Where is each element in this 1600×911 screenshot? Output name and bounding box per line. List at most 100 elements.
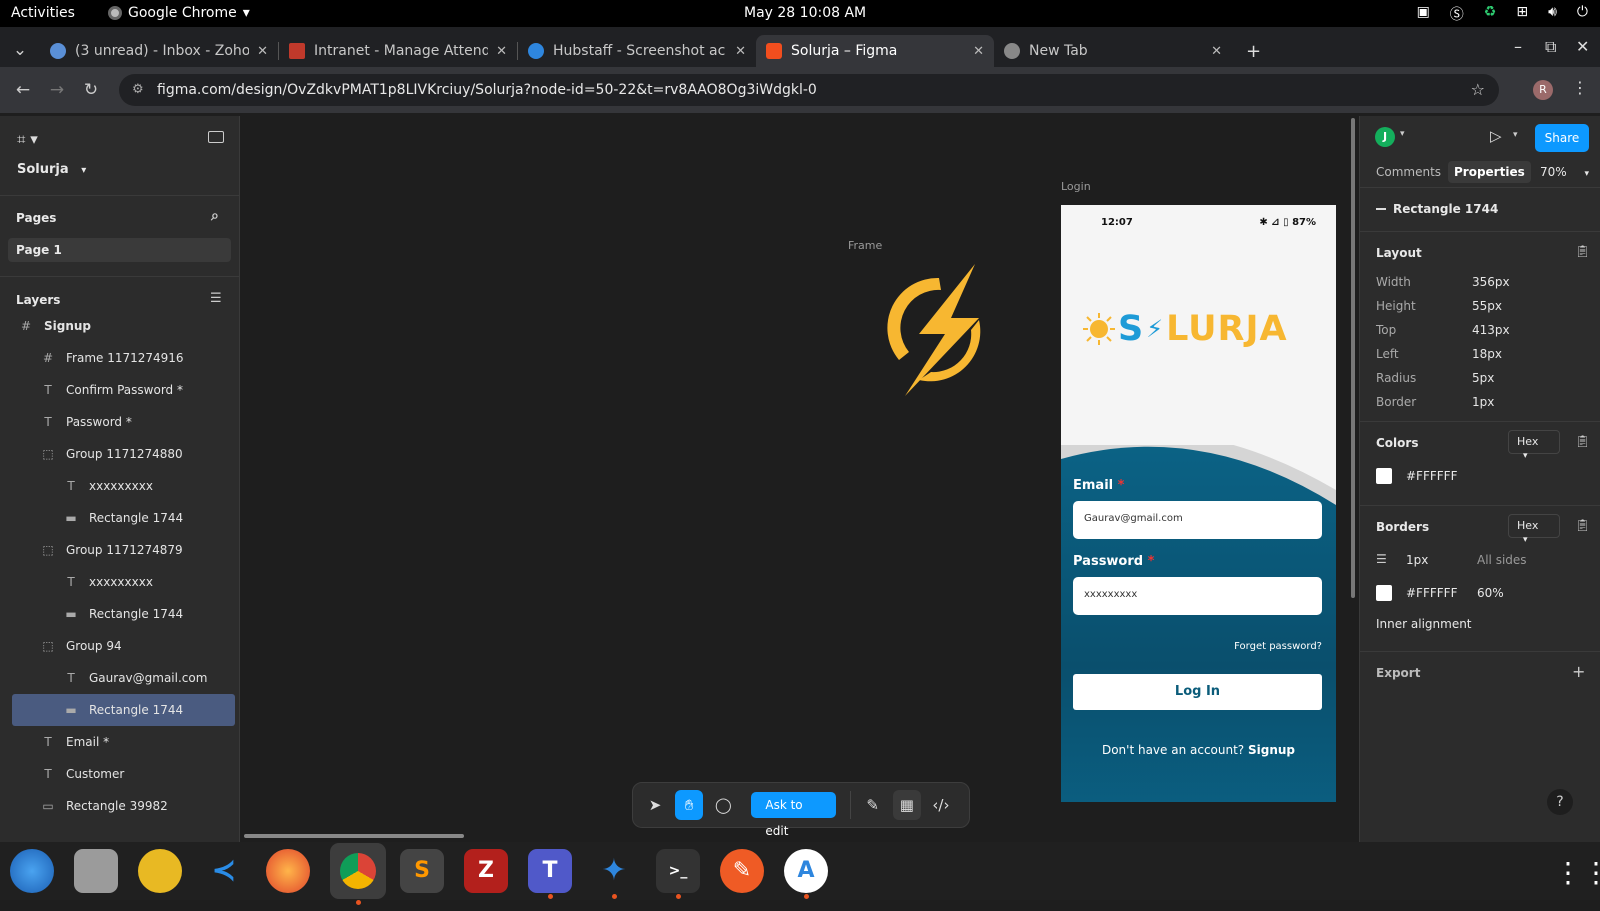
- layer-item[interactable]: Txxxxxxxxx: [0, 566, 239, 598]
- profile-avatar[interactable]: R: [1533, 80, 1553, 100]
- border-width-value[interactable]: 1px: [1406, 553, 1428, 567]
- layer-item[interactable]: ⬚ Group 1171274879: [0, 534, 239, 566]
- close-icon[interactable]: ✕: [735, 44, 746, 59]
- layer-item[interactable]: T Email *: [0, 726, 239, 758]
- system-tray[interactable]: ▣ Ⓢ ♻ ⊞ 🔊︎ ⏻: [1417, 4, 1588, 24]
- browser-menu-icon[interactable]: ⋮: [1572, 78, 1588, 97]
- tab-new-tab[interactable]: New Tab ✕: [994, 35, 1232, 67]
- skype-tray-icon[interactable]: Ⓢ: [1450, 4, 1464, 24]
- vscode-icon[interactable]: ≺: [202, 849, 246, 893]
- site-info-icon[interactable]: ⚙: [132, 74, 144, 106]
- figma-menu-icon[interactable]: ⌗ ▾: [17, 130, 38, 148]
- terminal-icon[interactable]: >_: [656, 849, 700, 899]
- layer-item[interactable]: ⬚ Group 94: [0, 630, 239, 662]
- app-menu[interactable]: Google Chrome ▾: [108, 5, 250, 21]
- sync-tray-icon[interactable]: ♻: [1484, 4, 1497, 24]
- project-name[interactable]: Solurja ▾: [17, 162, 86, 177]
- inner-alignment-label[interactable]: Inner alignment: [1376, 617, 1472, 631]
- tab-figma-solurja[interactable]: Solurja – Figma ✕: [756, 35, 994, 67]
- page-item[interactable]: Page 1: [8, 238, 231, 262]
- selection-name[interactable]: Rectangle 1744: [1393, 202, 1498, 216]
- show-applications-icon[interactable]: ⋮⋮⋮: [1554, 856, 1600, 889]
- close-icon[interactable]: ✕: [496, 44, 507, 59]
- border-color-format-select[interactable]: Hex ▾: [1508, 514, 1560, 545]
- property-value[interactable]: 55px: [1472, 299, 1502, 313]
- comment-tool-icon[interactable]: ◯: [709, 790, 737, 820]
- layer-item[interactable]: # Frame 1171274916: [0, 342, 239, 374]
- close-window-button[interactable]: ✕: [1576, 37, 1589, 56]
- clipboard-icon[interactable]: 📋︎: [1575, 244, 1590, 258]
- close-icon[interactable]: ✕: [257, 44, 268, 59]
- dev-mode-icon[interactable]: ‹/›: [927, 790, 955, 820]
- hubstaff-dock-icon[interactable]: ✦: [592, 849, 636, 899]
- new-tab-button[interactable]: +: [1246, 41, 1261, 62]
- zoom-level[interactable]: 70% ▾: [1540, 165, 1589, 179]
- layer-item[interactable]: Txxxxxxxxx: [0, 470, 239, 502]
- clipboard-icon[interactable]: 📋︎: [1575, 434, 1590, 448]
- tab-comments[interactable]: Comments: [1370, 161, 1447, 183]
- property-value[interactable]: 413px: [1472, 323, 1510, 337]
- volume-icon[interactable]: 🔊︎: [1548, 4, 1557, 24]
- tab-properties[interactable]: Properties: [1448, 161, 1531, 183]
- share-button[interactable]: Share: [1535, 124, 1589, 152]
- lightning-bolt-logo-icon[interactable]: [879, 260, 1003, 400]
- login-frame-label[interactable]: Login: [1061, 180, 1091, 193]
- url-field[interactable]: ⚙ figma.com/design/OvZdkvPMAT1p8LIVKrciu…: [119, 74, 1499, 106]
- sublime-text-icon[interactable]: S: [400, 849, 444, 893]
- tab-hubstaff[interactable]: Hubstaff - Screenshot ac ✕: [518, 35, 756, 67]
- ask-to-edit-button[interactable]: Ask to edit: [751, 792, 836, 838]
- forgot-password-link[interactable]: Forget password?: [1234, 641, 1322, 652]
- property-value[interactable]: 5px: [1472, 371, 1494, 385]
- minimize-button[interactable]: –: [1514, 37, 1522, 56]
- app-store-icon[interactable]: A: [784, 849, 828, 899]
- clock[interactable]: May 28 10:08 AM: [744, 5, 866, 21]
- chevron-down-icon[interactable]: ▾: [1400, 129, 1405, 139]
- collapse-layers-icon[interactable]: ☰: [210, 291, 222, 306]
- layer-item[interactable]: ▬ Rectangle 1744: [0, 502, 239, 534]
- teams-tray-icon[interactable]: ▣: [1417, 4, 1430, 24]
- tab-intranet[interactable]: Intranet - Manage Attend ✕: [279, 35, 517, 67]
- border-sides[interactable]: All sides: [1477, 553, 1527, 567]
- email-field[interactable]: Gaurav@gmail.com: [1073, 501, 1322, 539]
- design-canvas[interactable]: Frame Login 12:07 ✱ ⊿ ▯ 87% S ⚡︎ LURJA E…: [241, 116, 1359, 842]
- layer-item[interactable]: T Password *: [0, 406, 239, 438]
- move-tool-icon[interactable]: ➤: [641, 790, 669, 820]
- bookmark-star-icon[interactable]: ☆: [1471, 74, 1485, 106]
- hand-tool-icon[interactable]: ✋︎: [675, 790, 704, 820]
- fill-color-value[interactable]: #FFFFFF: [1406, 469, 1457, 483]
- layer-item[interactable]: T Customer: [0, 758, 239, 790]
- sidebar-toggle-icon[interactable]: [208, 131, 224, 143]
- maximize-button[interactable]: ⧉: [1545, 37, 1556, 57]
- help-icon[interactable]: ?: [1547, 789, 1573, 815]
- property-value[interactable]: 1px: [1472, 395, 1494, 409]
- close-icon[interactable]: ✕: [973, 44, 984, 59]
- back-arrow-icon[interactable]: ←: [6, 80, 40, 100]
- tab-search-button[interactable]: ⌄: [0, 40, 40, 60]
- login-frame[interactable]: 12:07 ✱ ⊿ ▯ 87% S ⚡︎ LURJA Email * Gaura…: [1061, 205, 1336, 802]
- frame-label[interactable]: Frame: [848, 239, 882, 252]
- forward-arrow-icon[interactable]: →: [40, 80, 74, 100]
- signup-link[interactable]: Signup: [1248, 743, 1295, 757]
- activities-button[interactable]: Activities: [11, 5, 75, 21]
- chevron-down-icon[interactable]: ▾: [1513, 130, 1518, 140]
- border-color-value[interactable]: #FFFFFF: [1406, 586, 1457, 600]
- postman-icon[interactable]: ✎: [720, 849, 764, 893]
- firefox-icon[interactable]: [266, 849, 310, 893]
- login-button[interactable]: Log In: [1073, 674, 1322, 710]
- border-opacity-value[interactable]: 60%: [1477, 586, 1504, 600]
- layer-item[interactable]: ▭ Rectangle 39982: [0, 790, 239, 822]
- user-avatar[interactable]: J: [1375, 127, 1395, 147]
- present-play-icon[interactable]: ▷: [1490, 127, 1502, 145]
- add-export-icon[interactable]: +: [1572, 662, 1585, 681]
- filezilla-icon[interactable]: Z: [464, 849, 508, 893]
- clipboard-icon[interactable]: 📋︎: [1575, 518, 1590, 532]
- layer-item[interactable]: ⬚ Group 1171274880: [0, 438, 239, 470]
- layer-item[interactable]: # Signup: [0, 310, 239, 342]
- thunderbird-icon[interactable]: [10, 849, 54, 893]
- reload-icon[interactable]: ↻: [74, 80, 108, 100]
- files-icon[interactable]: [74, 849, 118, 893]
- border-color-swatch[interactable]: [1376, 585, 1392, 601]
- password-field[interactable]: xxxxxxxxx: [1073, 577, 1322, 615]
- network-icon[interactable]: ⊞: [1516, 4, 1528, 24]
- draw-mode-icon[interactable]: ✎: [859, 790, 887, 820]
